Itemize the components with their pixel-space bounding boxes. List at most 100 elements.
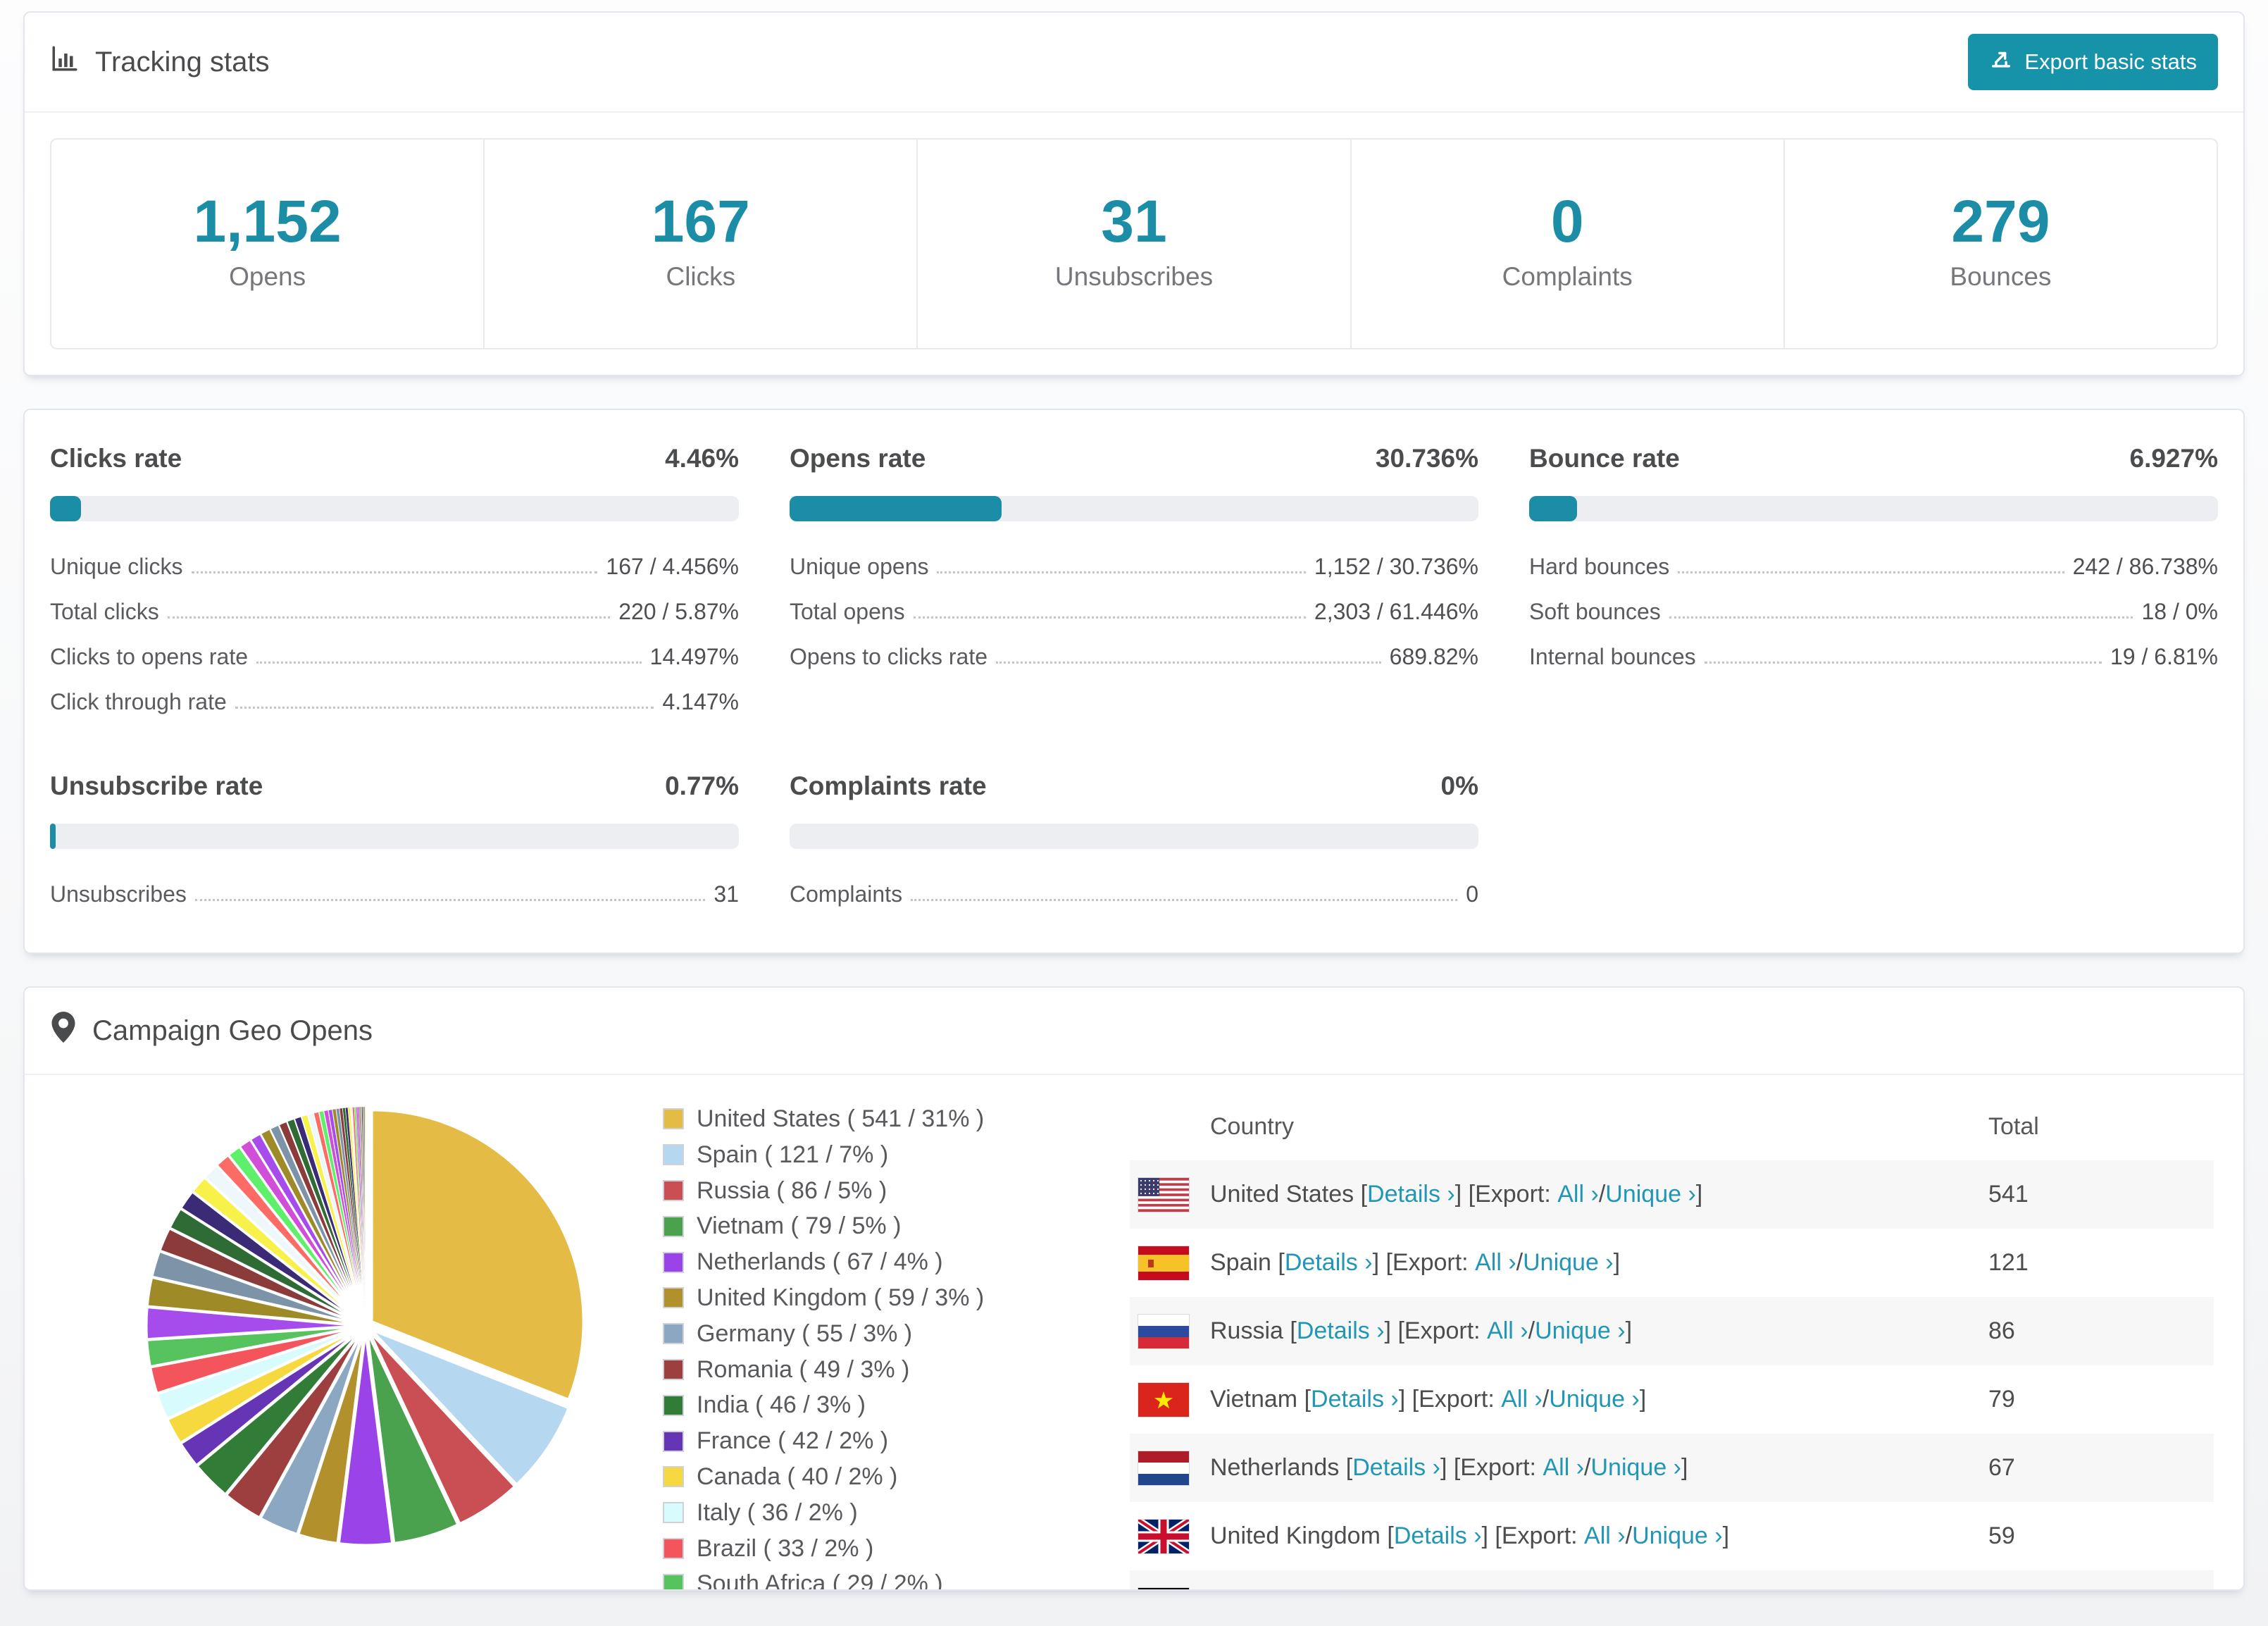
dotted-leader bbox=[911, 899, 1458, 901]
map-pin-icon bbox=[51, 1012, 75, 1050]
rate-detail-row: Soft bounces 18 / 0% bbox=[1529, 599, 2218, 625]
rate-detail-row: Complaints 0 bbox=[790, 881, 1478, 907]
summary-value: 167 bbox=[651, 188, 750, 254]
export-basic-stats-button[interactable]: Export basic stats bbox=[1968, 34, 2218, 90]
geo-pie-legend: United States ( 541 / 31% ) Spain ( 121 /… bbox=[663, 1105, 1047, 1589]
nl-flag-icon bbox=[1138, 1451, 1189, 1485]
legend-swatch bbox=[663, 1323, 684, 1345]
summary-value: 279 bbox=[1951, 188, 2050, 254]
legend-swatch bbox=[663, 1108, 684, 1130]
legend-label: Brazil ( 33 / 2% ) bbox=[697, 1534, 874, 1562]
export-all-link[interactable]: All › bbox=[1557, 1181, 1599, 1208]
summary-card-unsubscribes: 31 Unsubscribes bbox=[916, 139, 1350, 348]
export-all-link[interactable]: All › bbox=[1543, 1454, 1584, 1482]
geo-body: United States ( 541 / 31% ) Spain ( 121 /… bbox=[25, 1075, 2243, 1589]
details-link[interactable]: Details › bbox=[1352, 1454, 1440, 1482]
legend-item: Romania ( 49 / 3% ) bbox=[663, 1355, 1047, 1384]
export-label: Export: bbox=[1404, 1317, 1481, 1344]
rate-section-clicks-rate: Clicks rate 4.46% Unique clicks 167 / 4.456… bbox=[50, 444, 739, 715]
legend-item: India ( 46 / 3% ) bbox=[663, 1391, 1047, 1420]
table-row-es: Spain [Details ›] [Export: All › / Uniqu… bbox=[1130, 1229, 2214, 1297]
dotted-leader bbox=[191, 571, 598, 573]
detail-label: Soft bounces bbox=[1529, 599, 1661, 624]
geo-section-title: Campaign Geo Opens bbox=[92, 1014, 373, 1046]
legend-label: Canada ( 40 / 2% ) bbox=[697, 1463, 898, 1490]
export-unique-link[interactable]: Unique › bbox=[1523, 1249, 1614, 1277]
country-cell: United States [Details ›] [Export: All ›… bbox=[1130, 1177, 1988, 1212]
rate-detail-row: Total opens 2,303 / 61.446% bbox=[790, 599, 1478, 625]
legend-swatch bbox=[663, 1573, 684, 1589]
table-row-ru: Russia [Details ›] [Export: All › / Uniq… bbox=[1130, 1297, 2214, 1365]
export-label: Export: bbox=[1460, 1454, 1537, 1481]
tracking-stats-card: Tracking stats Export basic stats 1,152 O… bbox=[23, 11, 2245, 376]
export-all-link[interactable]: All › bbox=[1487, 1317, 1528, 1345]
dotted-leader bbox=[1678, 571, 2064, 573]
export-unique-link[interactable]: Unique › bbox=[1549, 1386, 1640, 1413]
detail-value: 1,152 / 30.736% bbox=[1314, 554, 1478, 579]
total-cell: 79 bbox=[1988, 1386, 2015, 1413]
details-link[interactable]: Details › bbox=[1285, 1249, 1373, 1277]
country-name: Netherlands bbox=[1210, 1454, 1340, 1481]
detail-value: 31 bbox=[714, 881, 739, 907]
dotted-leader bbox=[235, 707, 654, 709]
detail-label: Opens to clicks rate bbox=[790, 644, 987, 669]
rates-grid: Clicks rate 4.46% Unique clicks 167 / 4.456… bbox=[50, 444, 2218, 907]
detail-label: Click through rate bbox=[50, 689, 227, 714]
country-name: United Kingdom bbox=[1210, 1522, 1381, 1549]
legend-swatch bbox=[663, 1215, 684, 1237]
summary-value: 31 bbox=[1101, 188, 1167, 254]
legend-item: Germany ( 55 / 3% ) bbox=[663, 1320, 1047, 1348]
export-all-link[interactable]: All › bbox=[1475, 1249, 1516, 1277]
rate-progress-fill bbox=[1529, 496, 1577, 521]
legend-swatch bbox=[663, 1466, 684, 1488]
rate-title: Opens rate bbox=[790, 444, 926, 473]
table-row-nl: Netherlands [Details ›] [Export: All › /… bbox=[1130, 1434, 2214, 1502]
summary-label: Opens bbox=[229, 262, 306, 291]
details-link[interactable]: Details › bbox=[1394, 1522, 1482, 1550]
rate-title: Bounce rate bbox=[1529, 444, 1680, 473]
detail-label: Hard bounces bbox=[1529, 554, 1670, 579]
total-cell: 121 bbox=[1988, 1249, 2029, 1276]
page-title: Tracking stats bbox=[95, 46, 270, 77]
summary-label: Clicks bbox=[666, 262, 736, 291]
summary-stats-panel: 1,152 Opens 167 Clicks 31 Unsubscribes 0 Compla… bbox=[50, 138, 2218, 349]
export-unique-link[interactable]: Unique › bbox=[1590, 1454, 1681, 1482]
export-unique-link[interactable]: Unique › bbox=[1632, 1522, 1723, 1550]
table-row-vn: Vietnam [Details ›] [Export: All › / Uni… bbox=[1130, 1365, 2214, 1434]
legend-item: United Kingdom ( 59 / 3% ) bbox=[663, 1284, 1047, 1312]
export-all-link[interactable]: All › bbox=[1584, 1522, 1626, 1550]
legend-label: France ( 42 / 2% ) bbox=[697, 1427, 889, 1455]
legend-label: United Kingdom ( 59 / 3% ) bbox=[697, 1284, 985, 1311]
details-link[interactable]: Details › bbox=[1311, 1386, 1399, 1413]
tracking-stats-header: Tracking stats Export basic stats bbox=[25, 13, 2243, 113]
export-all-link[interactable]: All › bbox=[1501, 1386, 1543, 1413]
export-label: Export: bbox=[1419, 1386, 1495, 1413]
total-cell: 86 bbox=[1988, 1317, 2015, 1344]
rate-detail-row: Opens to clicks rate 689.82% bbox=[790, 644, 1478, 670]
export-unique-link[interactable]: Unique › bbox=[1605, 1181, 1696, 1208]
country-column-header: Country bbox=[1210, 1113, 1295, 1140]
de-flag-icon bbox=[1138, 1587, 1189, 1589]
geo-opens-pie-chart bbox=[145, 1106, 585, 1546]
summary-card-bounces: 279 Bounces bbox=[1783, 139, 2217, 348]
detail-label: Total clicks bbox=[50, 599, 159, 624]
legend-label: Spain ( 121 / 7% ) bbox=[697, 1141, 889, 1168]
detail-value: 242 / 86.738% bbox=[2072, 554, 2218, 579]
legend-item: Russia ( 86 / 5% ) bbox=[663, 1177, 1047, 1205]
dotted-leader bbox=[996, 662, 1381, 664]
export-unique-link[interactable]: Unique › bbox=[1535, 1317, 1626, 1345]
legend-swatch bbox=[663, 1358, 684, 1380]
detail-value: 167 / 4.456% bbox=[606, 554, 739, 579]
rate-title: Clicks rate bbox=[50, 444, 182, 473]
summary-card-opens: 1,152 Opens bbox=[51, 139, 483, 348]
legend-item: South Africa ( 29 / 2% ) bbox=[663, 1570, 1047, 1589]
rate-section-unsubscribe-rate: Unsubscribe rate 0.77% Unsubscribes 31 bbox=[50, 771, 739, 907]
rate-detail-row: Hard bounces 242 / 86.738% bbox=[1529, 554, 2218, 580]
summary-value: 0 bbox=[1550, 188, 1584, 254]
legend-label: Italy ( 36 / 2% ) bbox=[697, 1498, 858, 1526]
details-link[interactable]: Details › bbox=[1297, 1317, 1385, 1345]
legend-item: Vietnam ( 79 / 5% ) bbox=[663, 1212, 1047, 1241]
details-link[interactable]: Details › bbox=[1367, 1181, 1455, 1208]
legend-swatch bbox=[663, 1537, 684, 1559]
rate-value: 0% bbox=[1440, 771, 1478, 800]
